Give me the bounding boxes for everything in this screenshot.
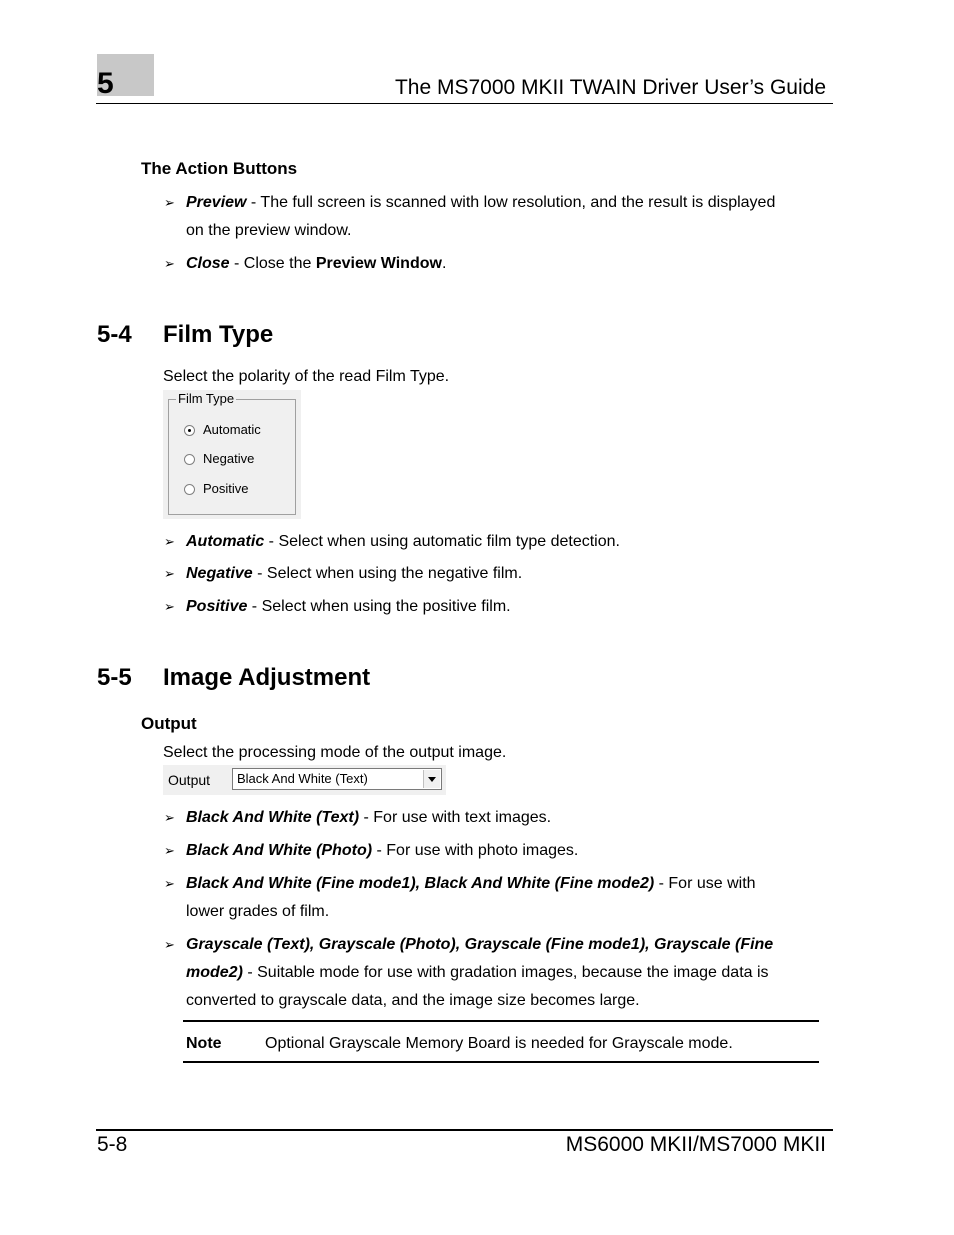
description: - Close the	[229, 255, 316, 272]
term-cont: mode2)	[186, 964, 243, 981]
radio-unchecked-icon[interactable]	[184, 453, 195, 465]
list-item: ➢ Positive - Select when using the posit…	[164, 593, 824, 621]
description: - Select when using the negative film.	[252, 565, 523, 582]
term: Negative	[186, 565, 253, 582]
list-item: ➢ Preview - The full screen is scanned w…	[164, 189, 824, 245]
radio-automatic[interactable]: Automatic	[184, 421, 261, 439]
description: - The full screen is scanned with low re…	[246, 194, 776, 211]
section-number: 5-5	[97, 664, 132, 691]
note-label: Note	[186, 1035, 222, 1052]
header-title: The MS7000 MKII TWAIN Driver User’s Guid…	[394, 76, 826, 99]
period: .	[441, 255, 447, 272]
radio-label: Automatic	[203, 422, 261, 437]
arrow-bullet-icon: ➢	[164, 843, 175, 858]
list-item: ➢ Negative - Select when using the negat…	[164, 560, 824, 588]
list-item: ➢ Grayscale (Text), Grayscale (Photo), G…	[164, 931, 824, 1015]
term: Positive	[186, 598, 248, 615]
arrow-bullet-icon: ➢	[164, 534, 175, 549]
output-dropdown[interactable]: Black And White (Text)	[232, 768, 442, 790]
output-intro: Select the processing mode of the output…	[163, 744, 507, 761]
footer-model: MS6000 MKII/MS7000 MKII	[565, 1133, 826, 1156]
section-title-film-type: 5-4 Film Type	[97, 320, 273, 350]
term: Preview	[186, 194, 247, 211]
arrow-bullet-icon: ➢	[164, 566, 175, 581]
note-text: Optional Grayscale Memory Board is neede…	[265, 1035, 733, 1052]
section-title-image-adjustment: 5-5 Image Adjustment	[97, 663, 370, 693]
term: Close	[186, 255, 230, 272]
description: - For use with	[654, 875, 756, 892]
description-cont: lower grades of film.	[186, 903, 330, 920]
section-name: Film Type	[163, 321, 274, 348]
description-cont: on the preview window.	[186, 222, 352, 239]
chevron-down-icon[interactable]	[423, 770, 440, 788]
list-item: ➢ Black And White (Photo) - For use with…	[164, 837, 824, 865]
arrow-bullet-icon: ➢	[164, 256, 175, 271]
radio-label: Positive	[203, 481, 249, 496]
description: - Suitable mode for use with gradation i…	[242, 964, 769, 981]
note-bottom-rule	[183, 1061, 819, 1063]
description: - Select when using the positive film.	[247, 598, 511, 615]
radio-label: Negative	[203, 451, 255, 466]
list-item: ➢ Black And White (Fine mode1), Black An…	[164, 870, 824, 926]
output-selected-value: Black And White (Text)	[237, 771, 368, 786]
list-item: ➢ Automatic - Select when using automati…	[164, 528, 824, 556]
radio-negative[interactable]: Negative	[184, 450, 254, 468]
note-top-rule	[183, 1020, 819, 1022]
preview-window-label: Preview Window	[315, 255, 442, 272]
radio-checked-icon[interactable]	[184, 424, 195, 436]
description: - Select when using automatic film type …	[264, 533, 620, 550]
term: Black And White (Fine mode1), Black And …	[186, 875, 655, 892]
film-intro: Select the polarity of the read Film Typ…	[163, 368, 450, 385]
description: - For use with text images.	[359, 809, 552, 826]
arrow-bullet-icon: ➢	[164, 937, 175, 952]
term: Grayscale (Text), Grayscale (Photo), Gra…	[186, 936, 774, 953]
section-number: 5-4	[97, 321, 132, 348]
term: Black And White (Photo)	[186, 842, 373, 859]
term: Automatic	[186, 533, 265, 550]
action-buttons-heading: The Action Buttons	[141, 159, 298, 178]
arrow-bullet-icon: ➢	[164, 810, 175, 825]
film-type-legend: Film Type	[176, 391, 237, 407]
output-heading: Output	[141, 714, 197, 733]
description: - For use with photo images.	[372, 842, 579, 859]
arrow-bullet-icon: ➢	[164, 195, 175, 210]
list-item: ➢ Close - Close the Preview Window.	[164, 250, 824, 278]
description-cont: converted to grayscale data, and the ima…	[186, 992, 640, 1009]
list-item: ➢ Black And White (Text) - For use with …	[164, 804, 824, 832]
arrow-bullet-icon: ➢	[164, 876, 175, 891]
radio-positive[interactable]: Positive	[184, 480, 249, 498]
chapter-number: 5	[97, 67, 114, 100]
arrow-bullet-icon: ➢	[164, 599, 175, 614]
header-rule	[96, 103, 833, 104]
radio-unchecked-icon[interactable]	[184, 483, 195, 495]
footer-page-number: 5-8	[97, 1133, 128, 1156]
term: Black And White (Text)	[186, 809, 360, 826]
section-name: Image Adjustment	[163, 664, 371, 691]
output-label: Output	[168, 772, 211, 788]
